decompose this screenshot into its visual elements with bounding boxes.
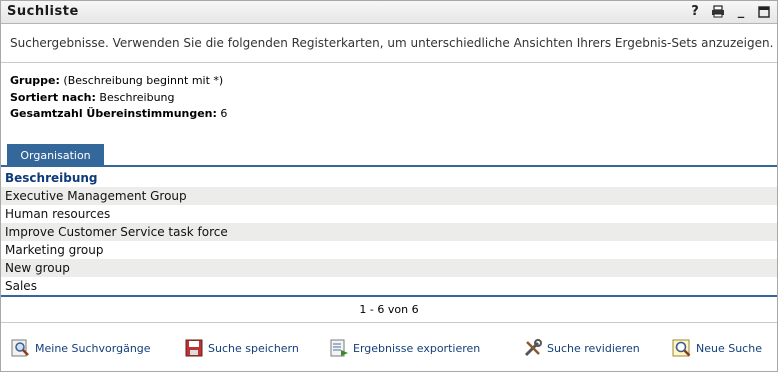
info-sorted: Sortiert nach: Beschreibung — [10, 91, 175, 104]
export-results-label: Ergebnisse exportieren — [353, 341, 481, 355]
group-label: Gruppe: — [10, 74, 60, 87]
save-search-label: Suche speichern — [208, 341, 299, 355]
new-search-button[interactable]: Neue Suche — [672, 338, 762, 358]
print-icon[interactable] — [711, 4, 725, 19]
table-row[interactable]: Marketing group — [1, 241, 777, 259]
sorted-label: Sortiert nach: — [10, 91, 96, 104]
table-row[interactable]: Executive Management Group — [1, 187, 777, 205]
info-total: Gesamtzahl Übereinstimmungen: 6 — [10, 107, 227, 120]
tab-organisation[interactable]: Organisation — [7, 144, 104, 166]
new-search-label: Neue Suche — [696, 341, 762, 355]
minimize-icon[interactable]: _ — [734, 4, 748, 19]
window-title: Suchliste — [7, 4, 79, 19]
export-results-button[interactable]: Ergebnisse exportieren — [329, 338, 480, 358]
divider — [1, 62, 777, 63]
my-searches-label: Meine Suchvorgänge — [35, 341, 151, 355]
save-icon — [184, 338, 204, 358]
title-bar: Suchliste ? _ — [1, 1, 777, 24]
revise-search-label: Suche revidieren — [547, 341, 640, 355]
table-row[interactable]: Sales — [1, 277, 777, 295]
title-bar-icons: ? _ — [688, 4, 771, 19]
description-text: Suchergebnisse. Verwenden Sie die folgen… — [10, 36, 774, 50]
sorted-value: Beschreibung — [99, 91, 175, 104]
magnifier-icon — [672, 338, 692, 358]
save-search-button[interactable]: Suche speichern — [184, 338, 299, 358]
group-value: (Beschreibung beginnt mit *) — [63, 74, 224, 87]
table-row[interactable]: Improve Customer Service task force — [1, 223, 777, 241]
table-row[interactable]: Human resources — [1, 205, 777, 223]
tab-underline — [1, 165, 777, 167]
help-icon[interactable]: ? — [688, 4, 702, 19]
pager-text: 1 - 6 von 6 — [359, 303, 419, 316]
total-label: Gesamtzahl Übereinstimmungen: — [10, 107, 217, 120]
revise-search-button[interactable]: Suche revidieren — [523, 338, 640, 358]
maximize-icon[interactable] — [757, 4, 771, 19]
total-value: 6 — [220, 107, 228, 120]
tools-icon — [523, 338, 543, 358]
info-group: Gruppe: (Beschreibung beginnt mit *) — [10, 74, 223, 87]
results-table: Executive Management Group Human resourc… — [1, 187, 777, 295]
divider — [1, 322, 777, 323]
table-row[interactable]: New group — [1, 259, 777, 277]
export-icon — [329, 338, 349, 358]
my-searches-button[interactable]: Meine Suchvorgänge — [11, 338, 151, 358]
table-bottom-line — [1, 295, 777, 297]
search-list-icon — [11, 338, 31, 358]
column-header-description[interactable]: Beschreibung — [5, 171, 98, 185]
portlet-frame: Suchliste ? _ Suchergebnisse. Verwenden … — [0, 0, 778, 372]
